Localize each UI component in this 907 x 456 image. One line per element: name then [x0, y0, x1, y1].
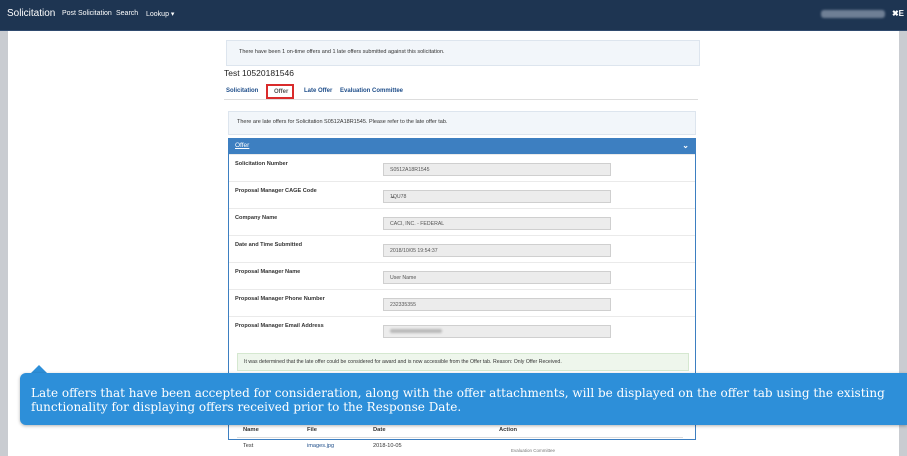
- column-header-name: Name: [243, 427, 259, 433]
- offer-panel-title[interactable]: Offer: [235, 142, 249, 149]
- cell-name: Test: [243, 443, 254, 449]
- user-menu-blurred[interactable]: [821, 10, 885, 18]
- date-submitted-field: 2018/10/05 19:54:37: [383, 244, 611, 257]
- manager-email-field: [383, 325, 611, 338]
- attachment-file-link[interactable]: images.jpg: [307, 443, 334, 449]
- nav-search[interactable]: Search: [116, 10, 138, 17]
- late-offer-accepted-text: It was determined that the late offer co…: [244, 359, 562, 365]
- offer-count-alert: There have been 1 on-time offers and 1 l…: [226, 40, 700, 66]
- field-value: CACI, INC. - FEDERAL: [390, 221, 445, 227]
- field-label: Proposal Manager CAGE Code: [235, 188, 317, 194]
- tab-offer-label: Offer: [274, 89, 289, 95]
- field-label: Proposal Manager Phone Number: [235, 296, 325, 302]
- redacted-email: [390, 329, 442, 333]
- offer-count-text: There have been 1 on-time offers and 1 l…: [239, 49, 445, 55]
- field-row-company-name: Company Name CACI, INC. - FEDERAL: [229, 208, 695, 236]
- field-row-date-submitted: Date and Time Submitted 2018/10/05 19:54…: [229, 235, 695, 263]
- close-icon[interactable]: ✖E: [892, 9, 904, 18]
- page-title: Test 10520181546: [224, 68, 294, 78]
- field-value: User Name: [390, 275, 417, 281]
- field-label: Solicitation Number: [235, 161, 288, 167]
- tab-late-offer[interactable]: Late Offer: [304, 88, 332, 94]
- tab-offer[interactable]: Offer: [266, 84, 294, 99]
- callout-text: Late offers that have been accepted for …: [31, 386, 885, 414]
- solicitation-number-field: S0512A18R1545: [383, 163, 611, 176]
- company-name-field: CACI, INC. - FEDERAL: [383, 217, 611, 230]
- field-row-manager-email: Proposal Manager Email Address: [229, 316, 695, 344]
- field-row-solicitation-number: Solicitation Number S0512A18R1545: [229, 154, 695, 182]
- cage-code-select[interactable]: 1QU78 ⌄: [383, 190, 611, 203]
- field-value: 232335355: [390, 302, 416, 308]
- field-value: 2018/10/05 19:54:37: [390, 248, 438, 254]
- tab-evaluation-committee[interactable]: Evaluation Committee: [340, 88, 403, 94]
- cell-action[interactable]: Evaluation Committee: [511, 448, 555, 453]
- field-label: Date and Time Submitted: [235, 242, 303, 248]
- late-offer-alert: There are late offers for Solicitation S…: [228, 111, 696, 135]
- brand-link[interactable]: Solicitation: [7, 8, 55, 19]
- offer-panel-header[interactable]: Offer ⌄: [229, 139, 695, 154]
- field-label: Proposal Manager Name: [235, 269, 301, 275]
- nav-lookup-dropdown[interactable]: Lookup ▾: [146, 10, 174, 18]
- cell-date: 2018-10-05: [373, 443, 402, 449]
- chevron-down-icon[interactable]: ⌄: [682, 141, 689, 150]
- column-header-file: File: [307, 427, 317, 433]
- field-row-manager-name: Proposal Manager Name User Name: [229, 262, 695, 290]
- field-label: Company Name: [235, 215, 278, 221]
- column-header-date: Date: [373, 427, 386, 433]
- field-row-manager-phone: Proposal Manager Phone Number 232335355: [229, 289, 695, 317]
- column-header-action: Action: [499, 427, 518, 433]
- late-offer-alert-text: There are late offers for Solicitation S…: [237, 119, 448, 125]
- field-label: Proposal Manager Email Address: [235, 323, 324, 329]
- table-row: Test images.jpg 2018-10-05 Evaluation Co…: [237, 441, 683, 455]
- field-value: S0512A18R1545: [390, 167, 430, 173]
- manager-phone-field: 232335355: [383, 298, 611, 311]
- tutorial-callout: Late offers that have been accepted for …: [20, 373, 907, 425]
- top-navbar: Solicitation Post Solicitation Search Lo…: [0, 0, 907, 31]
- late-offer-accepted-alert: It was determined that the late offer co…: [237, 353, 689, 371]
- tab-bar: Solicitation Offer Late Offer Evaluation…: [224, 84, 698, 100]
- tab-solicitation[interactable]: Solicitation: [226, 88, 258, 94]
- manager-name-field: User Name: [383, 271, 611, 284]
- nav-post-solicitation[interactable]: Post Solicitation: [62, 10, 112, 17]
- chevron-down-icon: ⌄: [390, 193, 396, 200]
- field-row-cage-code: Proposal Manager CAGE Code 1QU78 ⌄: [229, 181, 695, 209]
- attachments-table-header: Name File Date Action: [237, 425, 683, 438]
